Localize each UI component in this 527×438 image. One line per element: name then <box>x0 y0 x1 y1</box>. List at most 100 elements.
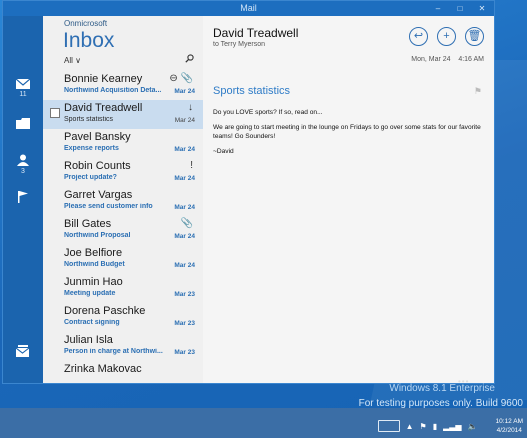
message-subject-preview: Contract signing <box>64 319 120 326</box>
message-list-pane: Onmicrosoft Inbox All ∨ Bonnie Kearney No… <box>43 16 203 383</box>
message-subject-preview: Person in charge at Northwi... <box>64 348 163 355</box>
message-subject-preview: Northwind Proposal <box>64 232 131 239</box>
body-signature: ~David <box>213 148 234 155</box>
folder-title: Inbox <box>63 29 115 52</box>
message-list-item[interactable]: Julian Isla Person in charge at Northwi..… <box>43 332 203 361</box>
nav-item-flagged[interactable] <box>3 182 43 212</box>
message-date: Mar 23 <box>174 291 195 298</box>
message-time: 4:16 AM <box>458 56 484 63</box>
message-sender: Bonnie Kearney <box>64 73 143 85</box>
body-paragraph: We are going to start meeting in the lou… <box>213 124 481 140</box>
message-list-item[interactable]: Joe Belfiore Northwind Budget Mar 24 <box>43 245 203 274</box>
mail-count: 11 <box>19 90 27 98</box>
folder-icon <box>16 117 30 129</box>
compose-mail-icon <box>16 345 30 357</box>
nav-item-compose[interactable] <box>3 336 43 366</box>
mail-window: Mail – □ ✕ 11 3 Onmicrosoft Inbox All ∨ … <box>2 0 495 384</box>
message-date: Mar 23 <box>174 320 195 327</box>
clock-time: 10:12 AM <box>495 418 523 425</box>
message-date: Mar 24 <box>174 175 195 182</box>
message-status-icon: ↓ <box>188 102 193 113</box>
people-icon <box>17 154 29 166</box>
message-actions: ↩ + 🗑 <box>409 27 484 46</box>
message-list-item[interactable]: David Treadwell Sports statistics Mar 24 ↓ <box>43 100 203 129</box>
minimize-button[interactable]: – <box>432 1 444 16</box>
chevron-down-icon: ∨ <box>75 56 81 65</box>
message-sender: Garret Vargas <box>64 189 133 201</box>
message-sender: Robin Counts <box>64 160 131 172</box>
message-list-item[interactable]: Bonnie Kearney Northwind Acquisition Deta… <box>43 71 203 100</box>
message-list-item[interactable]: Dorena Paschke Contract signing Mar 23 <box>43 303 203 332</box>
keyboard-icon[interactable] <box>377 420 400 432</box>
left-nav: 11 3 <box>3 16 43 383</box>
reply-icon: ↩ <box>413 30 424 42</box>
message-sender: Dorena Paschke <box>64 305 146 317</box>
message-subject-preview: Meeting update <box>64 290 116 297</box>
nav-item-folders[interactable] <box>3 108 43 138</box>
message-date: Mar 24 <box>174 262 195 269</box>
message-sender: Julian Isla <box>64 334 113 346</box>
message-subject-preview: Project update? <box>64 174 117 181</box>
clock-date: 4/2/2014 <box>496 427 522 434</box>
close-button[interactable]: ✕ <box>476 1 488 16</box>
title-bar[interactable]: Mail – □ ✕ <box>3 1 494 16</box>
battery-icon[interactable]: ▮ <box>433 422 437 431</box>
message-datetime: Mon, Mar 24 4:16 AM <box>411 56 484 63</box>
people-count: 3 <box>21 167 25 175</box>
account-name: Onmicrosoft <box>64 19 108 28</box>
system-tray: ▲ ⚑ ▮ ▂▃▅ 🔈 10:12 AM 4/2/2014 <box>377 417 523 435</box>
body-paragraph: Do you LOVE sports? If so, read on... <box>213 109 323 116</box>
message-list-item[interactable]: Zrinka Makovac <box>43 361 203 383</box>
message-list-item[interactable]: Junmin Hao Meeting update Mar 23 <box>43 274 203 303</box>
message-date: Mar 23 <box>174 349 195 356</box>
message-sender: Joe Belfiore <box>64 247 123 259</box>
chevron-up-icon[interactable]: ▲ <box>406 422 414 431</box>
window-title: Mail <box>240 3 257 13</box>
message-sender: Zrinka Makovac <box>64 363 142 375</box>
message-body: Do you LOVE sports? If so, read on... We… <box>213 108 485 162</box>
message-date: Mar 24 <box>174 88 195 95</box>
message-date: Mon, Mar 24 <box>411 56 451 63</box>
message-subject-preview: Sports statistics <box>64 116 114 123</box>
message-list-item[interactable]: Robin Counts Project update? Mar 24! <box>43 158 203 187</box>
nav-item-mail[interactable]: 11 <box>3 73 43 103</box>
message-list-item[interactable]: Bill Gates Northwind Proposal Mar 24 📎 <box>43 216 203 245</box>
message-date: Mar 24 <box>174 117 195 124</box>
network-icon[interactable]: ▂▃▅ <box>443 422 461 431</box>
new-message-button[interactable]: + <box>437 27 456 46</box>
message-subject-preview: Please send customer info <box>64 203 153 210</box>
flag-icon[interactable]: ⚑ <box>474 86 482 97</box>
os-watermark: Windows 8.1 Enterprise <box>389 383 495 394</box>
message-subject-preview: Northwind Budget <box>64 261 125 268</box>
volume-icon[interactable]: 🔈 <box>468 422 478 431</box>
message-status-icon: ! <box>190 160 193 171</box>
filter-label: All <box>64 56 73 65</box>
mail-icon <box>16 78 30 89</box>
message-sender: Bill Gates <box>64 218 112 230</box>
recipient-line: to Terry Myerson <box>213 41 265 48</box>
message-status-icon: 📎 <box>180 218 193 229</box>
message-date: Mar 24 <box>174 204 195 211</box>
message-subject-preview: Northwind Acquisition Deta... <box>64 87 162 94</box>
message-sender: Junmin Hao <box>64 276 123 288</box>
maximize-button[interactable]: □ <box>454 1 466 16</box>
clock[interactable]: 10:12 AM 4/2/2014 <box>496 417 523 435</box>
message-sender: Pavel Bansky <box>64 131 131 143</box>
search-icon[interactable] <box>185 54 194 63</box>
delete-button[interactable]: 🗑 <box>465 27 484 46</box>
reply-button[interactable]: ↩ <box>409 27 428 46</box>
taskbar: ▲ ⚑ ▮ ▂▃▅ 🔈 10:12 AM 4/2/2014 <box>0 408 527 438</box>
delete-icon: 🗑 <box>467 30 482 42</box>
message-subject: Sports statistics <box>213 85 291 97</box>
message-date: Mar 24 <box>174 146 195 153</box>
flag-tray-icon[interactable]: ⚑ <box>420 422 427 431</box>
nav-item-people[interactable]: 3 <box>3 149 43 179</box>
message-subject-preview: Expense reports <box>64 145 119 152</box>
select-checkbox[interactable] <box>50 108 60 118</box>
message-list-item[interactable]: Garret Vargas Please send customer info Ma… <box>43 187 203 216</box>
filter-dropdown[interactable]: All ∨ <box>64 56 81 65</box>
message-sender: David Treadwell <box>64 102 143 114</box>
message-list-item[interactable]: Pavel Bansky Expense reports Mar 24 <box>43 129 203 158</box>
flag-icon <box>18 191 28 203</box>
message-status-icon: ⊖ 📎 <box>169 73 193 84</box>
